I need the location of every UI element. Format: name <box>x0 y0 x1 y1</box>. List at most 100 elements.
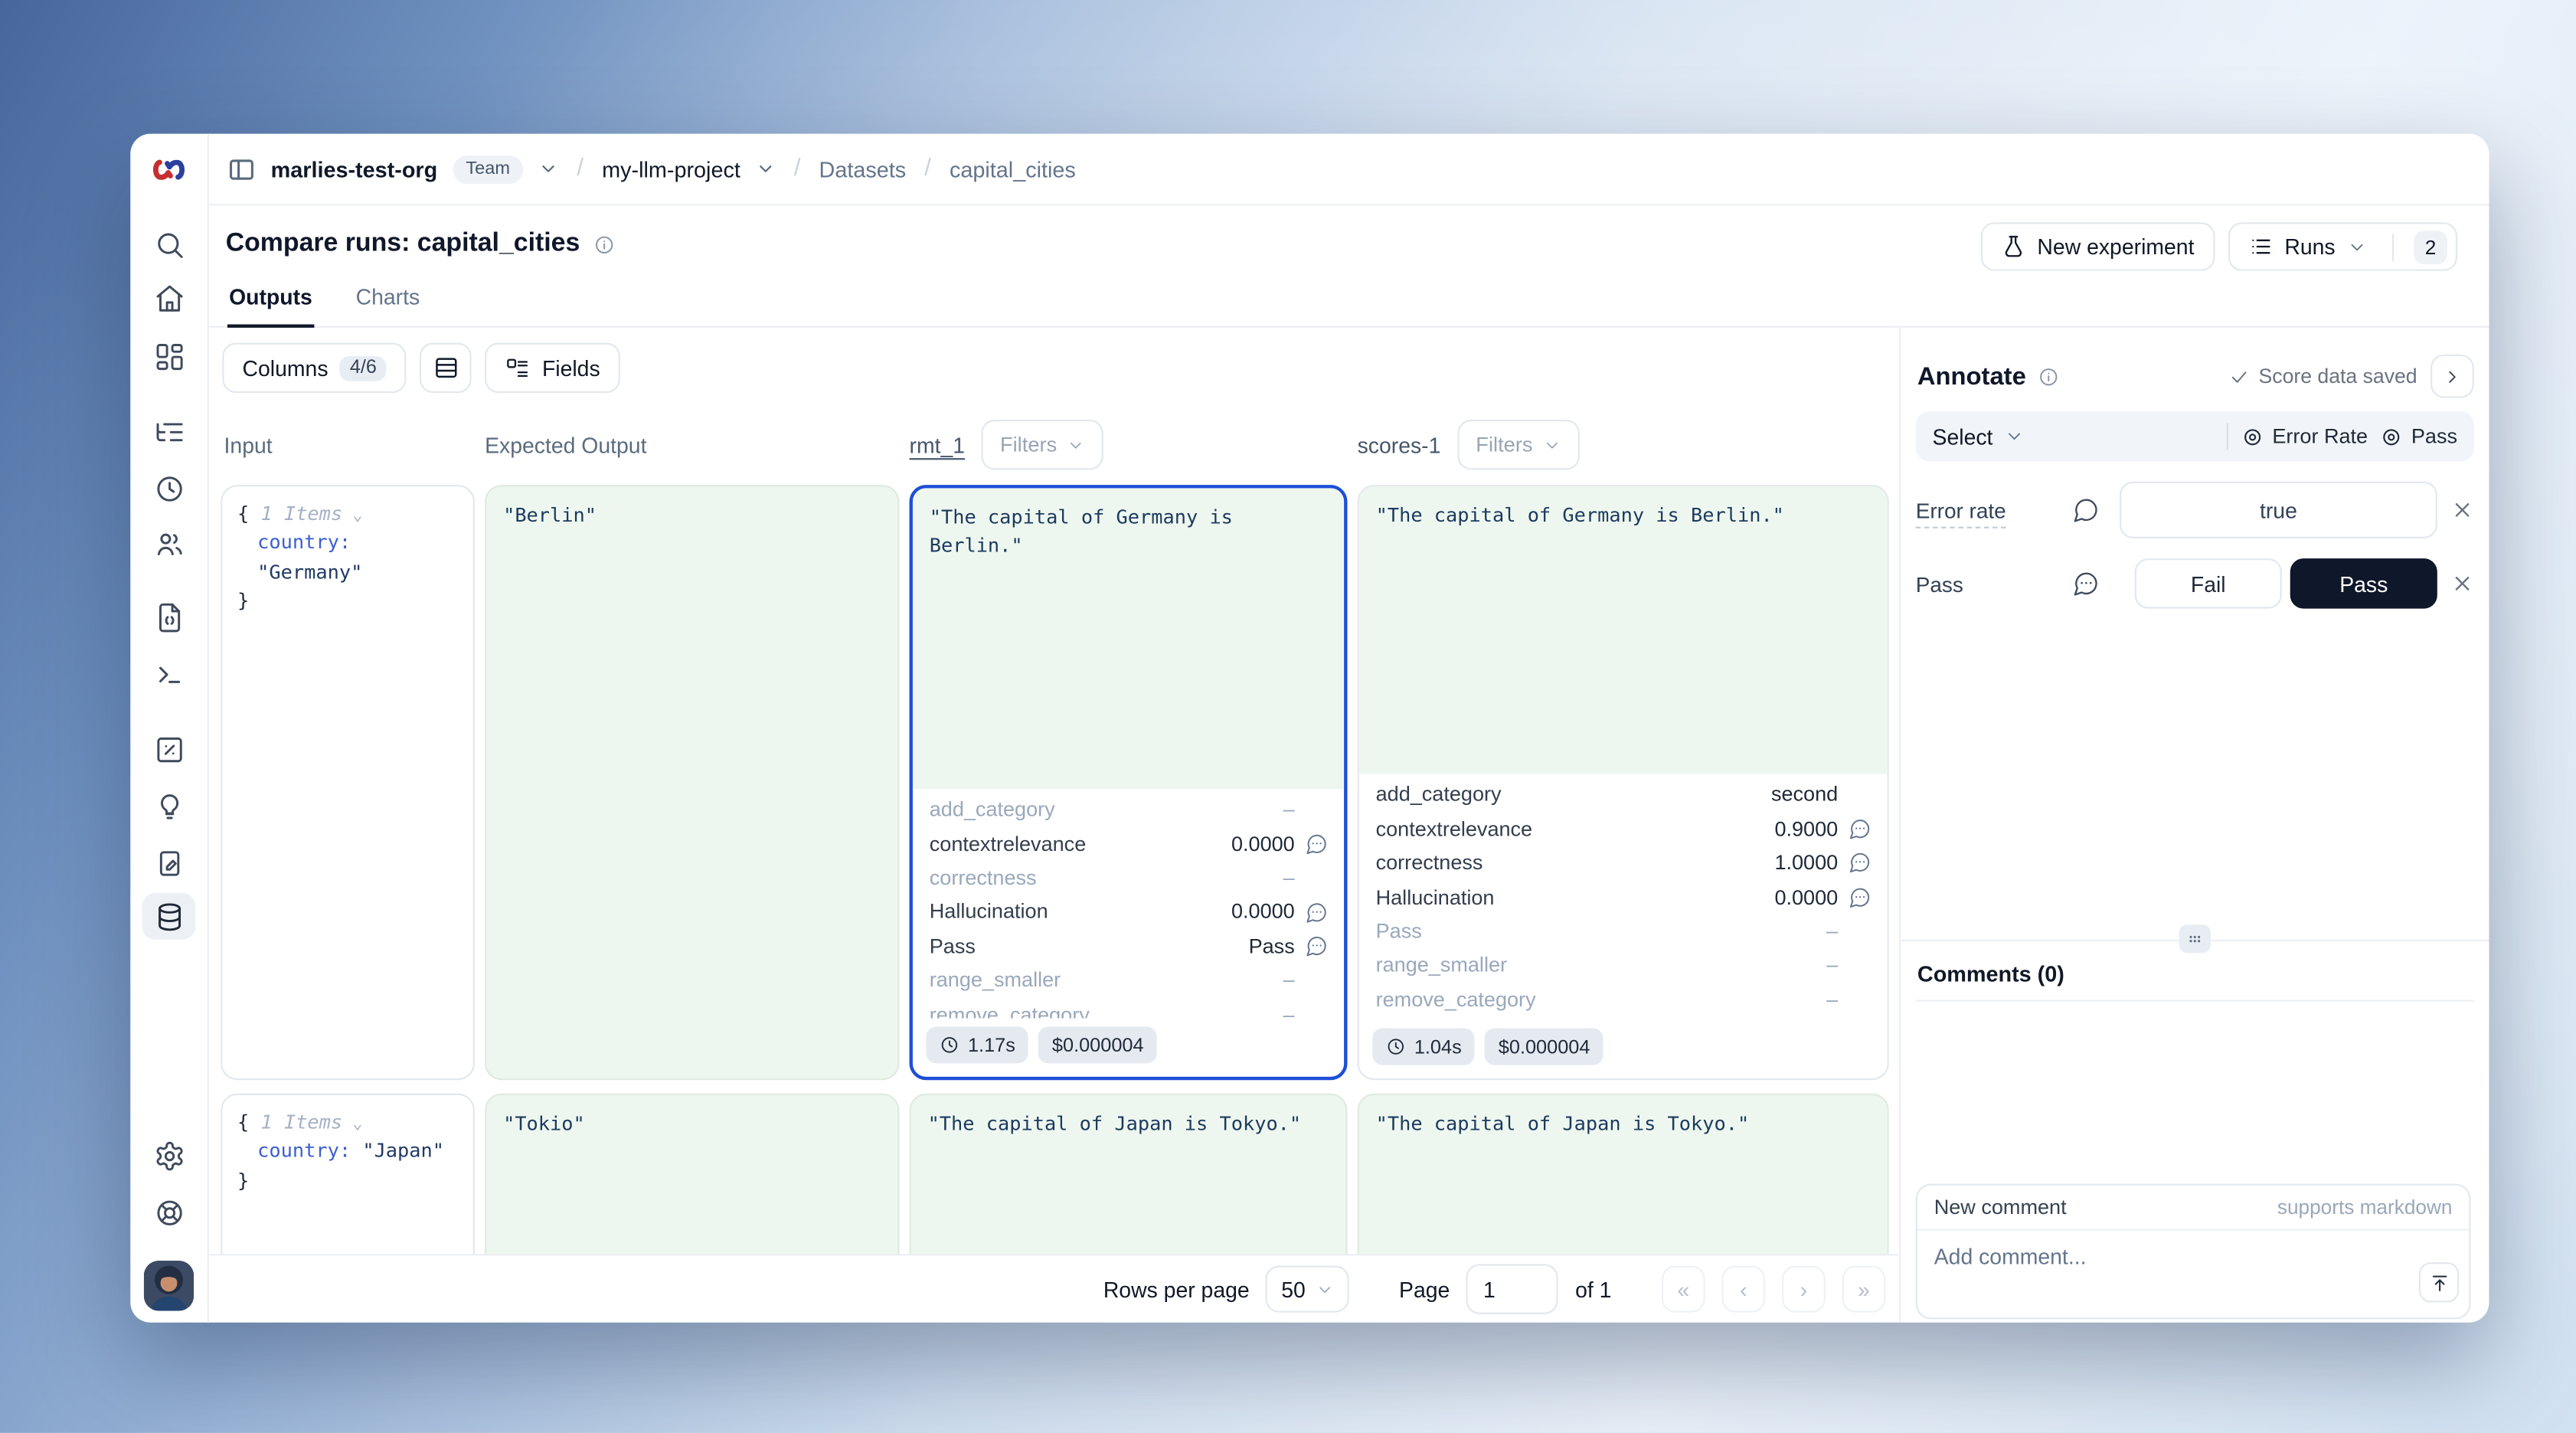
info-icon[interactable] <box>593 234 615 255</box>
settings-gear-icon[interactable] <box>142 1132 196 1179</box>
sidebar-toggle-icon[interactable] <box>227 155 256 183</box>
playground-terminal-icon[interactable] <box>142 650 196 697</box>
run1-output-cell-selected[interactable]: "The capital of Germany is Berlin." add_… <box>910 485 1348 1080</box>
comments-title: Comments (0) <box>1917 961 2064 986</box>
evaluators-icon[interactable] <box>142 725 196 772</box>
latency-badge[interactable]: 1.17s <box>926 1026 1028 1063</box>
home-icon[interactable] <box>142 274 196 321</box>
page-of-label: of 1 <box>1575 1277 1611 1302</box>
breadcrumb-project[interactable]: my-llm-project <box>602 156 740 182</box>
datasets-database-icon[interactable] <box>142 893 196 940</box>
run2-filters-button[interactable]: Filters <box>1457 420 1579 469</box>
project-chevron-down-icon[interactable] <box>756 159 776 178</box>
run1-filters-button[interactable]: Filters <box>982 420 1103 469</box>
fields-button[interactable]: Fields <box>485 343 620 393</box>
comment-bubble-icon[interactable] <box>1848 818 1870 840</box>
clear-score-x-icon[interactable] <box>2450 499 2474 522</box>
dashboards-icon[interactable] <box>142 332 196 379</box>
comment-bubble-icon[interactable] <box>2073 570 2100 597</box>
tab-outputs[interactable]: Outputs <box>227 284 314 328</box>
expected-output-cell[interactable]: "Berlin" <box>485 485 899 1080</box>
table-toolbar: Columns 4/6 Fields <box>222 343 620 393</box>
resize-grip-handle[interactable] <box>2179 924 2211 953</box>
rows-per-page-select[interactable]: 50 <box>1267 1266 1349 1313</box>
breadcrumb-separator: / <box>924 155 931 182</box>
tab-charts[interactable]: Charts <box>354 284 421 328</box>
pass-label: Pass <box>1916 571 1963 596</box>
breadcrumb-separator: / <box>794 155 801 182</box>
divider <box>2227 423 2228 450</box>
score-row: range_smaller– <box>1359 948 1888 983</box>
input-cell[interactable]: { 1 Items ⌄ country: "Japan" } <box>221 1094 475 1256</box>
columns-button[interactable]: Columns 4/6 <box>222 343 407 393</box>
chip-error-rate[interactable]: Error Rate <box>2242 424 2368 448</box>
org-chevron-down-icon[interactable] <box>538 159 558 178</box>
comment-bubble-icon[interactable] <box>1305 901 1327 923</box>
page-title-text: Compare runs: capital_cities <box>226 229 580 259</box>
clear-score-x-icon[interactable] <box>2450 572 2474 596</box>
breadcrumb-current[interactable]: capital_cities <box>950 156 1076 182</box>
comment-input[interactable] <box>1917 1231 2469 1313</box>
score-row: contextrelevance0.0000 <box>913 826 1344 861</box>
cost-badge[interactable]: $0.000004 <box>1485 1029 1603 1065</box>
cost-badge[interactable]: $0.000004 <box>1038 1026 1157 1063</box>
cell-footer: 1.04s $0.000004 <box>1359 1020 1888 1078</box>
error-rate-value-input[interactable] <box>2120 482 2437 538</box>
score-select-dropdown[interactable]: Select <box>1933 424 2025 449</box>
breadcrumb-datasets[interactable]: Datasets <box>819 156 907 182</box>
input-cell[interactable]: { 1 Items ⌄ country: "Germany" } <box>221 485 475 1080</box>
latency-badge[interactable]: 1.04s <box>1372 1029 1475 1065</box>
score-circle-icon <box>2242 426 2264 447</box>
sessions-clock-icon[interactable] <box>142 465 196 512</box>
flask-icon <box>2000 234 2025 260</box>
run1-output-cell[interactable]: "The capital of Japan is Tokyo." <box>910 1094 1348 1256</box>
prompts-file-icon[interactable] <box>142 594 196 640</box>
first-page-button[interactable]: « <box>1662 1266 1705 1313</box>
search-icon[interactable] <box>142 221 196 267</box>
column-header-run2[interactable]: scores-1 <box>1358 432 1441 457</box>
breadcrumb-org[interactable]: marlies-test-org <box>271 156 438 182</box>
pass-button[interactable]: Pass <box>2290 558 2437 608</box>
score-row: Hallucination0.0000 <box>913 895 1344 929</box>
users-icon[interactable] <box>142 520 196 567</box>
user-avatar[interactable] <box>144 1261 194 1310</box>
runs-label: Runs <box>2284 234 2335 260</box>
langfuse-logo <box>142 146 196 192</box>
run2-output-cell[interactable]: "The capital of Japan is Tokyo." <box>1358 1094 1889 1256</box>
lightbulb-icon[interactable] <box>142 783 196 829</box>
comment-bubble-icon[interactable] <box>1305 934 1327 957</box>
score-row: correctness– <box>913 861 1344 895</box>
comment-bubble-icon[interactable] <box>1305 833 1327 855</box>
previous-page-button[interactable]: ‹ <box>1721 1266 1765 1313</box>
row-height-button[interactable] <box>420 343 472 393</box>
chip-pass[interactable]: Pass <box>2381 424 2457 448</box>
fail-button[interactable]: Fail <box>2135 558 2282 608</box>
annotate-header: Annotate Score data saved <box>1917 351 2474 401</box>
column-header-input: Input <box>221 432 475 457</box>
runs-count-badge: 2 <box>2414 230 2447 263</box>
run2-output-cell[interactable]: "The capital of Germany is Berlin." add_… <box>1358 485 1889 1080</box>
new-experiment-button[interactable]: New experiment <box>1980 222 2214 270</box>
expected-output-cell[interactable]: "Tokio" <box>485 1094 899 1256</box>
comment-bubble-icon[interactable] <box>1848 852 1870 874</box>
support-lifebuoy-icon[interactable] <box>142 1189 196 1235</box>
submit-comment-button[interactable] <box>2419 1262 2459 1302</box>
info-icon[interactable] <box>2038 365 2059 387</box>
runs-button[interactable]: Runs 2 <box>2228 222 2457 270</box>
compare-table-area: Columns 4/6 Fields Input Expected Output… <box>208 326 1899 1323</box>
collapse-panel-button[interactable] <box>2431 355 2474 398</box>
annotation-queues-icon[interactable] <box>142 839 196 886</box>
next-page-button[interactable]: › <box>1782 1266 1826 1313</box>
comment-bubble-icon[interactable] <box>1848 886 1870 908</box>
page-number-input[interactable] <box>1466 1264 1558 1314</box>
json-items-count[interactable]: 1 Items <box>260 502 342 525</box>
json-items-count[interactable]: 1 Items <box>260 1111 342 1134</box>
comment-bubble-icon[interactable] <box>2073 496 2100 523</box>
new-comment-card: New comment supports markdown <box>1916 1184 2471 1320</box>
tracing-icon[interactable] <box>142 408 196 455</box>
column-header-run1[interactable]: rmt_1 <box>910 432 966 457</box>
score-row: Hallucination0.0000 <box>1359 880 1888 914</box>
breadcrumb: marlies-test-org Team / my-llm-project /… <box>208 134 2489 206</box>
score-select-bar: Select Error Rate Pass <box>1916 411 2474 461</box>
last-page-button[interactable]: » <box>1842 1266 1886 1313</box>
